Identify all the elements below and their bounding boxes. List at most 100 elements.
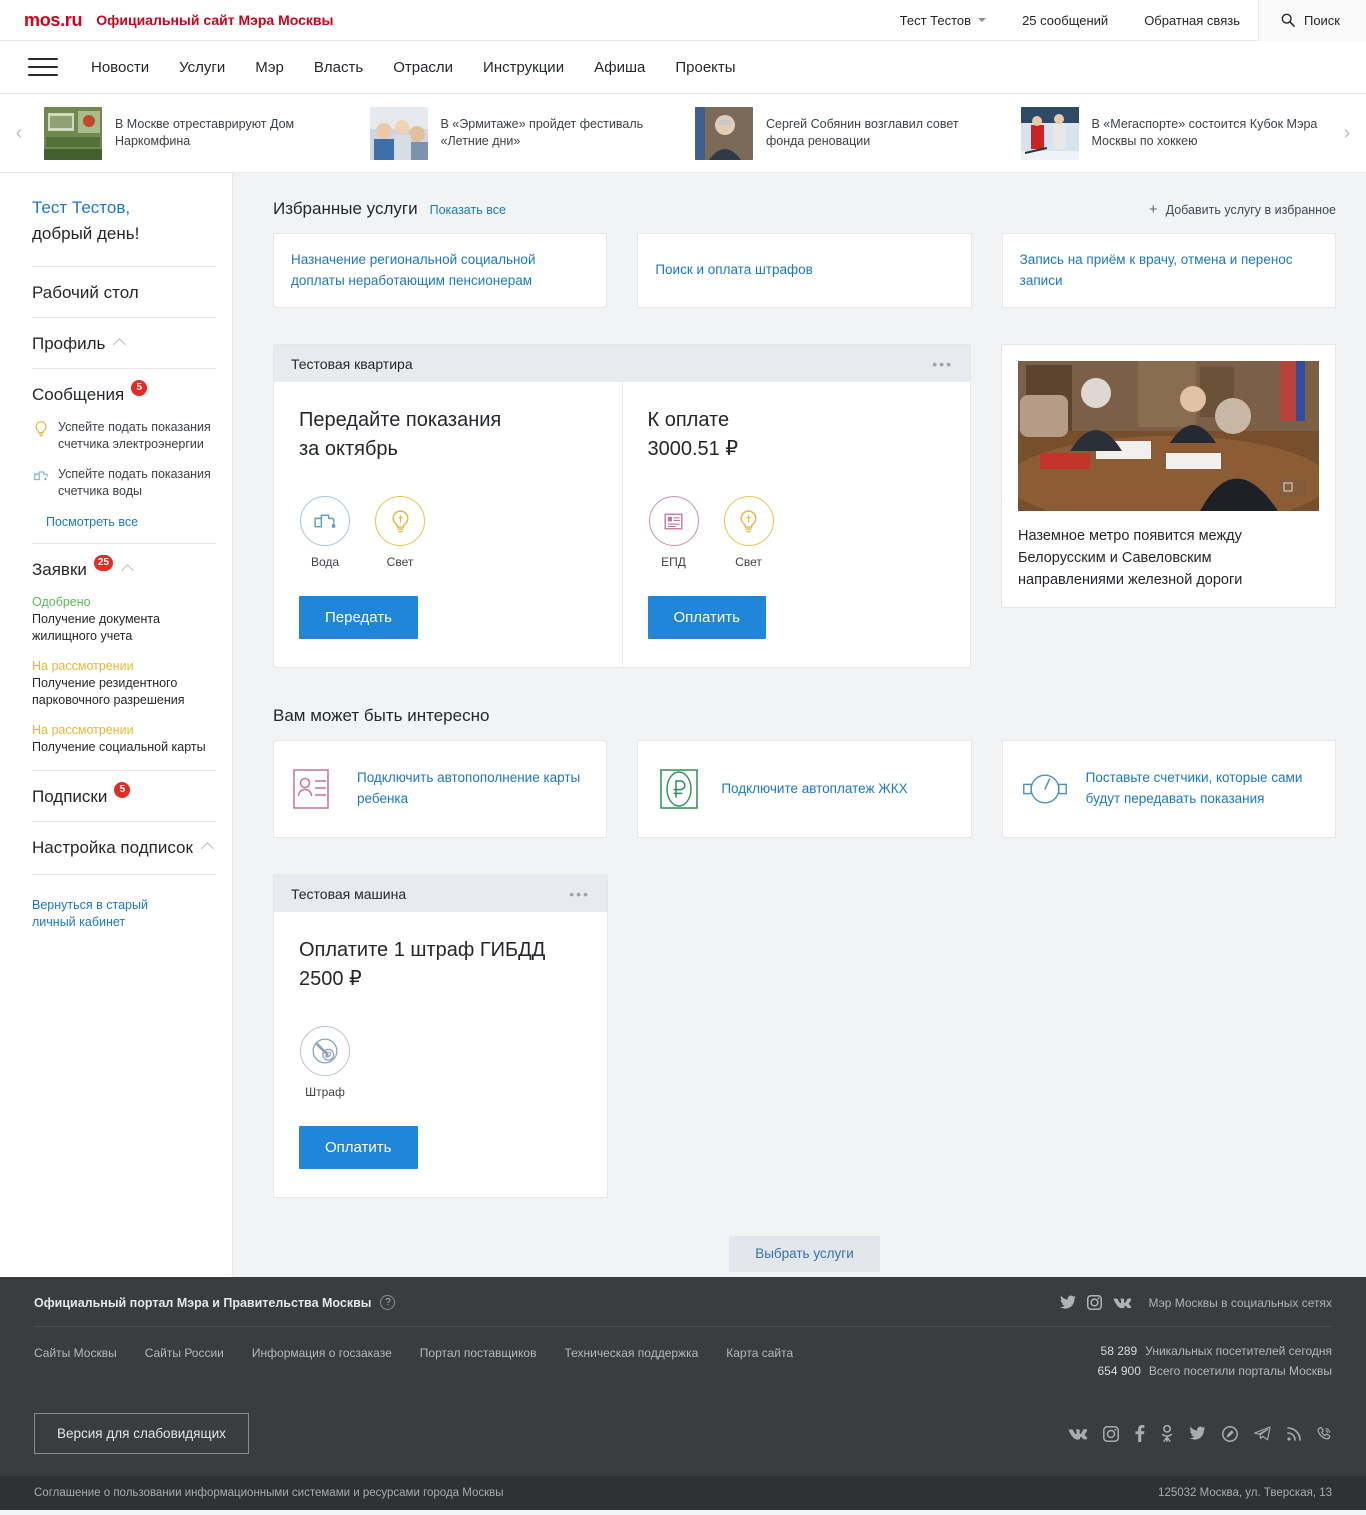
telegram-icon[interactable] bbox=[1254, 1426, 1271, 1441]
footer-link-tech-support[interactable]: Техническая поддержка bbox=[564, 1346, 698, 1360]
message-item[interactable]: Успейте подать показания счетчика воды bbox=[32, 466, 216, 499]
favorite-card-label: Запись на приём к врачу, отмена и перено… bbox=[1019, 252, 1293, 288]
twitter-icon[interactable] bbox=[1060, 1295, 1077, 1310]
vk-icon[interactable] bbox=[1113, 1297, 1132, 1309]
nav-item-industries[interactable]: Отрасли bbox=[378, 59, 468, 76]
choose-services-button[interactable]: Выбрать услуги bbox=[729, 1236, 880, 1272]
sidebar-item-label: Подписки bbox=[32, 786, 108, 806]
ticker-item[interactable]: В Москве отреставрируют Дом Наркомфина bbox=[32, 106, 358, 160]
ticker-next-icon[interactable]: › bbox=[1334, 122, 1360, 145]
brand[interactable]: mos.ru Официальный сайт Мэра Москвы bbox=[0, 10, 333, 31]
ticker-item[interactable]: Сергей Собянин возглавил совет фонда рен… bbox=[683, 106, 1009, 160]
car-widget-header: Тестовая машина ••• bbox=[274, 875, 607, 912]
request-item[interactable]: На рассмотрении Получение резидентного п… bbox=[32, 659, 216, 708]
nav-item-services[interactable]: Услуги bbox=[164, 59, 240, 76]
favorite-card[interactable]: Поиск и оплата штрафов bbox=[637, 233, 972, 308]
sidebar: Тест Тестов, добрый день! Рабочий стол П… bbox=[0, 173, 233, 1277]
sidebar-item-subscription-settings[interactable]: Настройка подписок bbox=[32, 838, 216, 858]
ticker-item[interactable]: В «Эрмитаже» пройдет фестиваль «Летние д… bbox=[358, 106, 684, 160]
interesting-card[interactable]: Подключить автопополнение карты ребенка bbox=[273, 740, 608, 838]
back-to-old-cabinet-link[interactable]: Вернуться в старый личный кабинет bbox=[32, 897, 216, 932]
interesting-card-label: Подключить автопополнение карты ребенка bbox=[357, 770, 581, 806]
add-favorite-button[interactable]: + Добавить услугу в избранное bbox=[1149, 202, 1336, 217]
site-logo[interactable]: mos.ru bbox=[24, 10, 83, 31]
sidebar-section-requests: Заявки 25 Одобрено Получение документа ж… bbox=[32, 543, 216, 770]
footer-link-sitemap[interactable]: Карта сайта bbox=[726, 1346, 793, 1360]
nav-item-government[interactable]: Власть bbox=[299, 59, 378, 76]
show-all-link[interactable]: Показать все bbox=[430, 203, 506, 217]
feedback-link[interactable]: Обратная связь bbox=[1126, 0, 1258, 41]
car-widget: Тестовая машина ••• Оплатите 1 штраф ГИБ… bbox=[273, 874, 608, 1198]
payment-electricity[interactable]: Свет bbox=[723, 496, 775, 569]
nav-item-projects[interactable]: Проекты bbox=[660, 59, 750, 76]
ticker-item[interactable]: В «Мегаспорте» состоится Кубок Мэра Моск… bbox=[1009, 106, 1335, 160]
rss-icon[interactable] bbox=[1287, 1426, 1301, 1441]
flat-widget: Тестовая квартира ••• Передайте показани… bbox=[273, 344, 971, 668]
meter-label: Вода bbox=[310, 555, 340, 569]
meter-water[interactable]: Вода bbox=[299, 496, 351, 569]
footer-link-russia-sites[interactable]: Сайты России bbox=[145, 1346, 224, 1360]
more-options-icon[interactable]: ••• bbox=[932, 357, 953, 371]
sidebar-item-profile[interactable]: Профиль bbox=[32, 334, 216, 354]
instagram-icon[interactable] bbox=[1087, 1295, 1103, 1310]
nav-item-news[interactable]: Новости bbox=[76, 59, 164, 76]
greeting-username[interactable]: Тест Тестов, bbox=[32, 198, 130, 217]
widgets-row: Тестовая квартира ••• Передайте показани… bbox=[273, 344, 1336, 668]
pay-fine-button[interactable]: Оплатить bbox=[299, 1126, 418, 1169]
vk-icon[interactable] bbox=[1068, 1428, 1087, 1440]
car-heading-line1: Оплатите 1 штраф ГИБДД bbox=[299, 939, 546, 961]
search-button[interactable]: Поиск bbox=[1257, 0, 1366, 41]
fine-icon-box[interactable]: Штраф bbox=[299, 1026, 351, 1099]
nav-item-events[interactable]: Афиша bbox=[579, 59, 660, 76]
facebook-icon[interactable] bbox=[1135, 1425, 1145, 1442]
footer-link-suppliers-portal[interactable]: Портал поставщиков bbox=[420, 1346, 537, 1360]
request-item[interactable]: Одобрено Получение документа жилищного у… bbox=[32, 595, 216, 644]
sidebar-item-subscriptions[interactable]: Подписки 5 bbox=[32, 781, 216, 807]
submit-meters-button[interactable]: Передать bbox=[299, 596, 418, 639]
viber-icon[interactable] bbox=[1317, 1426, 1332, 1442]
footer-stat-label: Уникальных посетителей сегодня bbox=[1145, 1344, 1332, 1358]
more-options-icon[interactable]: ••• bbox=[569, 887, 590, 901]
payment-heading: К оплате 3000.51 ₽ bbox=[648, 406, 946, 464]
meter-electricity[interactable]: Свет bbox=[374, 496, 426, 569]
chevron-down-icon bbox=[978, 18, 987, 22]
request-item[interactable]: На рассмотрении Получение социальной кар… bbox=[32, 723, 216, 756]
favorite-card[interactable]: Запись на приём к врачу, отмена и перено… bbox=[1001, 233, 1336, 308]
user-menu[interactable]: Тест Тестов bbox=[882, 0, 1004, 41]
request-title: Получение документа жилищного учета bbox=[32, 612, 160, 643]
interesting-card[interactable]: Поставьте счетчики, которые сами будут п… bbox=[1001, 740, 1336, 838]
footer: Официальный портал Мэра и Правительства … bbox=[0, 1277, 1366, 1510]
favorite-card-label: Назначение региональной социальной допла… bbox=[291, 252, 536, 288]
question-icon[interactable]: ? bbox=[380, 1295, 396, 1310]
menu-icon[interactable] bbox=[28, 58, 58, 76]
footer-address: 125032 Москва, ул. Тверская, 13 bbox=[1158, 1487, 1332, 1499]
nav-item-mayor[interactable]: Мэр bbox=[240, 59, 299, 76]
footer-link-moscow-sites[interactable]: Сайты Москвы bbox=[34, 1346, 117, 1360]
page-title: Избранные услуги bbox=[273, 199, 418, 218]
favorite-card[interactable]: Назначение региональной социальной допла… bbox=[273, 233, 608, 308]
footer-link-goszakaz[interactable]: Информация о госзаказе bbox=[252, 1346, 392, 1360]
news-card[interactable]: Наземное метро появится между Белорусски… bbox=[1001, 344, 1336, 609]
car-widget-wrapper: Тестовая машина ••• Оплатите 1 штраф ГИБ… bbox=[273, 874, 1336, 1198]
twitter-icon[interactable] bbox=[1189, 1426, 1206, 1441]
interesting-card[interactable]: Подключите автоплатеж ЖКХ bbox=[637, 740, 972, 838]
ticker-prev-icon[interactable]: ‹ bbox=[6, 122, 32, 145]
footer-agreement-link[interactable]: Соглашение о пользовании информационными… bbox=[34, 1487, 504, 1499]
low-vision-button[interactable]: Версия для слабовидящих bbox=[34, 1413, 249, 1454]
view-all-messages-link[interactable]: Посмотреть все bbox=[46, 515, 216, 529]
top-bar: mos.ru Официальный сайт Мэра Москвы Тест… bbox=[0, 0, 1366, 41]
message-item[interactable]: Успейте подать показания счетчика электр… bbox=[32, 419, 216, 452]
pay-button[interactable]: Оплатить bbox=[647, 596, 766, 639]
sidebar-section-profile: Профиль bbox=[32, 317, 216, 368]
sidebar-item-requests[interactable]: Заявки 25 bbox=[32, 555, 216, 580]
top-bar-right: Тест Тестов 25 сообщений Обратная связь … bbox=[882, 0, 1366, 41]
nav-item-instructions[interactable]: Инструкции bbox=[468, 59, 579, 76]
livejournal-icon[interactable] bbox=[1222, 1425, 1238, 1442]
instagram-icon[interactable] bbox=[1103, 1425, 1119, 1442]
payment-epd[interactable]: ЕПД bbox=[648, 496, 700, 569]
meters-heading-line2: за октябрь bbox=[299, 438, 398, 460]
sidebar-item-desktop[interactable]: Рабочий стол bbox=[32, 283, 216, 303]
odnoklassniki-icon[interactable] bbox=[1161, 1425, 1173, 1442]
sidebar-item-messages[interactable]: Сообщения 5 bbox=[32, 380, 216, 405]
messages-link[interactable]: 25 сообщений bbox=[1004, 0, 1126, 41]
